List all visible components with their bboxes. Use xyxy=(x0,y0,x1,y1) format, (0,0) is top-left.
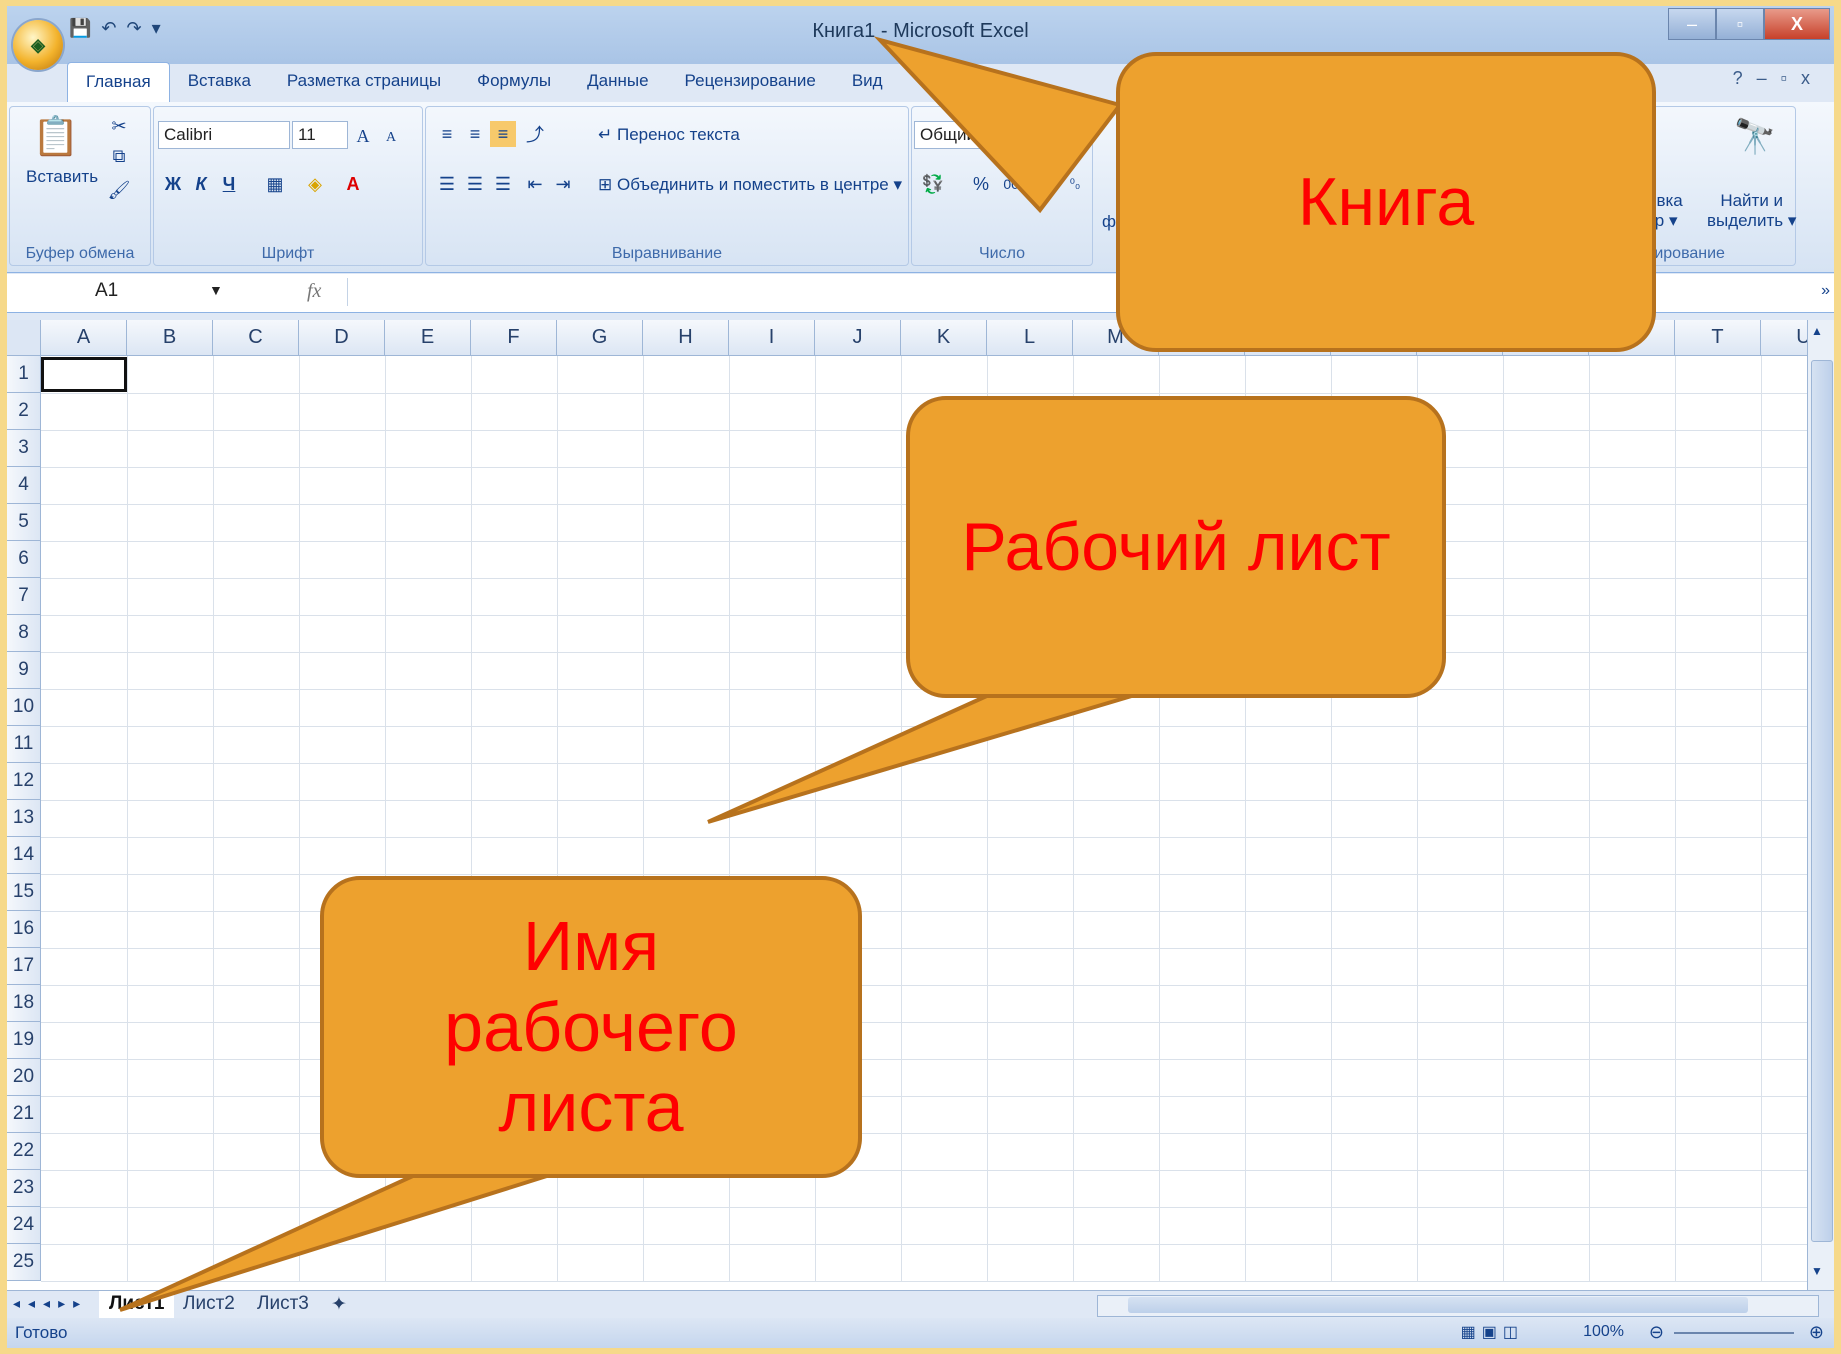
callout-sheet-name: Имя рабочего листа xyxy=(320,876,862,1178)
callout-worksheet: Рабочий лист xyxy=(906,396,1446,698)
callout-worksheet-tail xyxy=(707,687,1136,824)
callout-sheet-name-line1: Имя xyxy=(522,907,660,986)
callout-sheet-name-line3: листа xyxy=(498,1068,684,1147)
callout-book: Книга xyxy=(1116,52,1656,352)
callout-sheetname-tail xyxy=(119,1173,551,1312)
callout-sheet-name-line2: рабочего xyxy=(444,987,738,1066)
callout-book-tail xyxy=(873,36,1124,214)
